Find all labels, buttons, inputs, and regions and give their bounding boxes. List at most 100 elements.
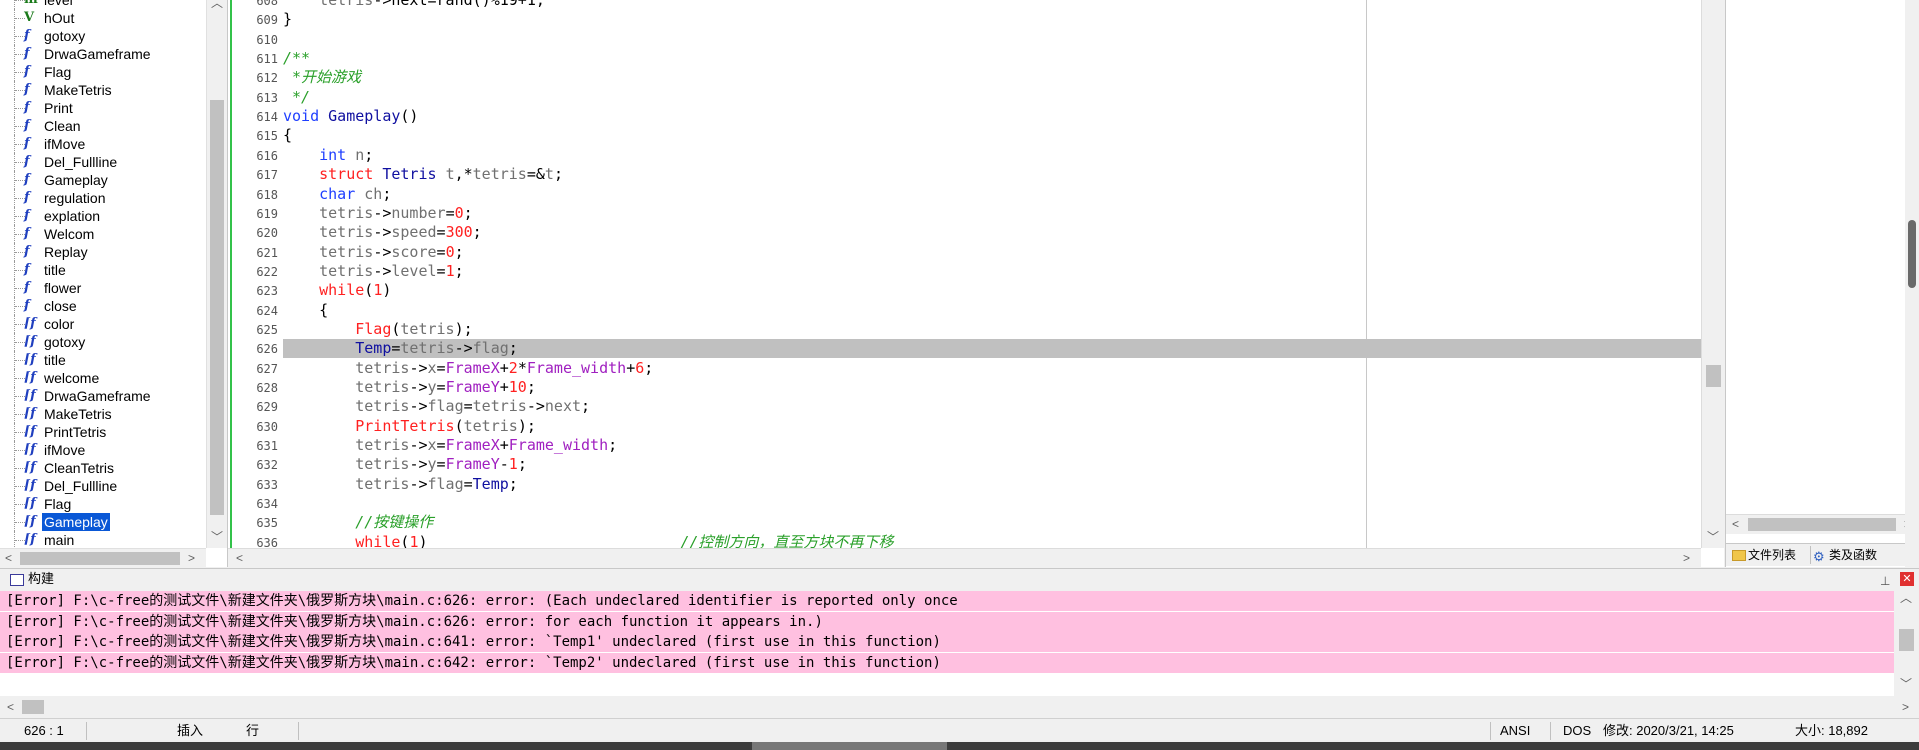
tree-item[interactable]: f Replay (0, 243, 206, 261)
tree-item[interactable]: f DrwaGameframe (0, 45, 206, 63)
error-message[interactable]: [Error] F:\c-free的测试文件\新建文件夹\俄罗斯方块\main.… (0, 611, 1894, 632)
tree-hscroll-thumb[interactable] (20, 552, 180, 565)
code-line[interactable]: { (283, 301, 1701, 320)
editor-horizontal-scrollbar[interactable]: < > (228, 548, 1701, 568)
tree-item[interactable]: ⌈f MakeTetris (0, 405, 206, 423)
code-line[interactable]: tetris->y=FrameY+10; (283, 378, 1701, 397)
tree-item[interactable]: f explation (0, 207, 206, 225)
code-line[interactable]: } (283, 10, 1701, 29)
tree-item[interactable]: ⌈f color (0, 315, 206, 333)
scroll-up-icon[interactable]: ︿ (211, 0, 223, 10)
code-area[interactable]: tetris->next=rand()%19+1;} /** *开始游戏 */vo… (283, 0, 1701, 548)
editor-vertical-scrollbar[interactable]: ﹀ (1701, 0, 1725, 548)
code-line[interactable]: tetris->speed=300; (283, 223, 1701, 242)
code-line[interactable]: while(1) //控制方向，直至方块不再下移 (283, 533, 1701, 548)
tree-item[interactable]: ⌈f DrwaGameframe (0, 387, 206, 405)
tree-item[interactable]: ⌈f gotoxy (0, 333, 206, 351)
build-hscroll-thumb[interactable] (22, 700, 44, 714)
tree-item[interactable]: ⌈f Gameplay (0, 513, 206, 531)
tree-item[interactable]: ⌈f welcome (0, 369, 206, 387)
code-line[interactable]: //按键操作 (283, 513, 1701, 532)
code-line[interactable]: int n; (283, 146, 1701, 165)
taskbar-segment (752, 742, 947, 750)
tab-class-functions[interactable]: ⚙ 类及函数 (1810, 546, 1877, 564)
scroll-left-icon[interactable]: < (7, 700, 14, 714)
code-line[interactable]: char ch; (283, 185, 1701, 204)
tree-item[interactable]: f Gameplay (0, 171, 206, 189)
tree-horizontal-scrollbar[interactable]: < > (0, 548, 206, 568)
code-line[interactable]: void Gameplay() (283, 107, 1701, 126)
code-line[interactable]: tetris->x=FrameX+Frame_width; (283, 436, 1701, 455)
code-line[interactable]: while(1) (283, 281, 1701, 300)
class-icon: ⚙ (1813, 549, 1825, 564)
scroll-up-icon[interactable]: ︿ (1900, 591, 1912, 605)
tab-file-list[interactable]: 文件列表 (1730, 546, 1796, 564)
tree-scroll-thumb[interactable] (210, 100, 224, 515)
tree-item[interactable]: f Del_Fullline (0, 153, 206, 171)
tree-item[interactable]: f regulation (0, 189, 206, 207)
scroll-right-icon[interactable]: > (1902, 700, 1909, 714)
tree-item[interactable]: ⌈f Flag (0, 495, 206, 513)
code-line[interactable]: tetris->flag=Temp; (283, 475, 1701, 494)
tree-item[interactable]: f title (0, 261, 206, 279)
code-line[interactable]: tetris->next=rand()%19+1; (283, 0, 1701, 10)
code-editor[interactable]: 608 609 610 611 612 613 614 615 616 617 618 619 620 6… (228, 0, 1725, 569)
tree-vertical-scrollbar[interactable]: ︿ ﹀ (206, 0, 227, 548)
scroll-right-icon[interactable]: > (1683, 551, 1690, 565)
error-message[interactable]: [Error] F:\c-free的测试文件\新建文件夹\俄罗斯方块\main.… (0, 591, 1894, 611)
code-line[interactable]: tetris->flag=tetris->next; (283, 397, 1701, 416)
tree-item[interactable]: ⌈f CleanTetris (0, 459, 206, 477)
panel-horizontal-scrollbar[interactable]: < > (1726, 514, 1919, 534)
tree-item[interactable]: VhOut (0, 9, 206, 27)
tree-item[interactable]: mlevel (0, 0, 206, 9)
function-icon: f (24, 28, 30, 43)
scroll-left-icon[interactable]: < (5, 551, 12, 565)
outer-vertical-scrollbar[interactable] (1905, 0, 1919, 567)
tree-item[interactable]: f ifMove (0, 135, 206, 153)
code-line[interactable]: Flag(tetris); (283, 320, 1701, 339)
outer-scroll-thumb[interactable] (1908, 220, 1916, 288)
code-line[interactable]: /** (283, 49, 1701, 68)
code-line[interactable]: PrintTetris(tetris); (283, 417, 1701, 436)
scroll-right-icon[interactable]: > (188, 551, 195, 565)
scroll-left-icon[interactable]: < (1732, 517, 1739, 531)
code-line[interactable]: tetris->y=FrameY-1; (283, 455, 1701, 474)
pin-icon[interactable]: ⊥ (1880, 571, 1890, 591)
tree-item[interactable]: f Welcom (0, 225, 206, 243)
code-line[interactable]: { (283, 126, 1701, 145)
error-message[interactable]: [Error] F:\c-free的测试文件\新建文件夹\俄罗斯方块\main.… (0, 632, 1894, 652)
code-line[interactable]: tetris->number=0; (283, 204, 1701, 223)
build-vertical-scrollbar[interactable]: ︿ ﹀ (1894, 591, 1919, 696)
code-line[interactable] (283, 494, 1701, 513)
tree-item[interactable]: ⌈f Del_Fullline (0, 477, 206, 495)
tree-item[interactable]: f Print (0, 99, 206, 117)
scroll-down-icon[interactable]: ﹀ (211, 530, 223, 544)
code-line[interactable] (283, 30, 1701, 49)
close-icon[interactable]: ✕ (1900, 572, 1914, 586)
tree-item[interactable]: f Flag (0, 63, 206, 81)
panel-hscroll-thumb[interactable] (1748, 518, 1896, 531)
tree-item[interactable]: ⌈f title (0, 351, 206, 369)
code-line[interactable]: */ (283, 88, 1701, 107)
build-scroll-thumb[interactable] (1899, 629, 1914, 651)
editor-scroll-thumb[interactable] (1706, 365, 1721, 387)
scroll-left-icon[interactable]: < (236, 551, 243, 565)
tree-item[interactable]: ⌈f ifMove (0, 441, 206, 459)
code-line[interactable]: tetris->score=0; (283, 243, 1701, 262)
tree-item[interactable]: f MakeTetris (0, 81, 206, 99)
tree-item[interactable]: f flower (0, 279, 206, 297)
code-line[interactable]: tetris->x=FrameX+2*Frame_width+6; (283, 359, 1701, 378)
code-line[interactable]: Temp=tetris->flag; (283, 339, 1701, 358)
build-horizontal-scrollbar[interactable]: < > (0, 696, 1919, 717)
code-line[interactable]: *开始游戏 (283, 68, 1701, 87)
tree-item[interactable]: ⌈f PrintTetris (0, 423, 206, 441)
code-line[interactable]: struct Tetris t,*tetris=&t; (283, 165, 1701, 184)
tree-item[interactable]: f gotoxy (0, 27, 206, 45)
error-message[interactable]: [Error] F:\c-free的测试文件\新建文件夹\俄罗斯方块\main.… (0, 652, 1894, 673)
scroll-down-icon[interactable]: ﹀ (1707, 530, 1719, 544)
tree-item[interactable]: f Clean (0, 117, 206, 135)
scroll-down-icon[interactable]: ﹀ (1900, 677, 1912, 691)
tree-item[interactable]: f close (0, 297, 206, 315)
tree-item[interactable]: ⌈f main (0, 531, 206, 548)
code-line[interactable]: tetris->level=1; (283, 262, 1701, 281)
